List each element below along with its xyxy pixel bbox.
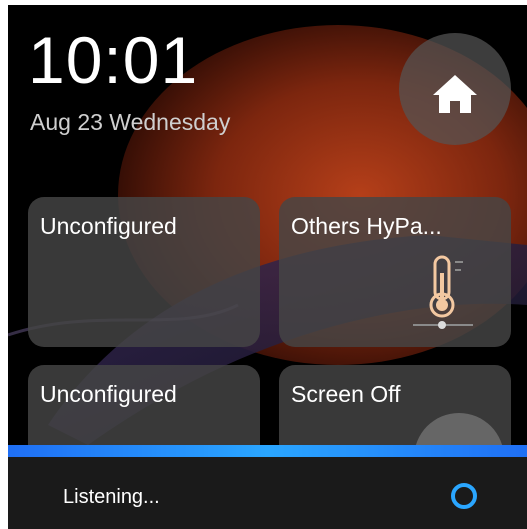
tile-label: Others HyPa...	[291, 213, 442, 239]
tile-label: Screen Off	[291, 381, 401, 407]
voice-activity-line	[8, 445, 527, 457]
listening-status: Listening...	[63, 486, 160, 508]
home-icon	[433, 75, 477, 113]
alexa-ring-icon[interactable]	[450, 482, 478, 510]
tile-label: Unconfigured	[40, 213, 177, 239]
tile-label: Unconfigured	[40, 381, 177, 407]
voice-listening-bar: Listening...	[8, 445, 527, 529]
clock-time: 10:01	[28, 23, 199, 97]
home-button[interactable]	[399, 33, 511, 145]
tile-unconfigured-1[interactable]: Unconfigured	[28, 197, 260, 347]
clock-date: Aug 23 Wednesday	[30, 109, 231, 135]
tile-others-hypa[interactable]: Others HyPa...	[279, 197, 511, 347]
device-screen: 10:01 Aug 23 Wednesday Unconfigured Othe…	[8, 5, 527, 529]
thermometer-icon	[413, 255, 473, 329]
